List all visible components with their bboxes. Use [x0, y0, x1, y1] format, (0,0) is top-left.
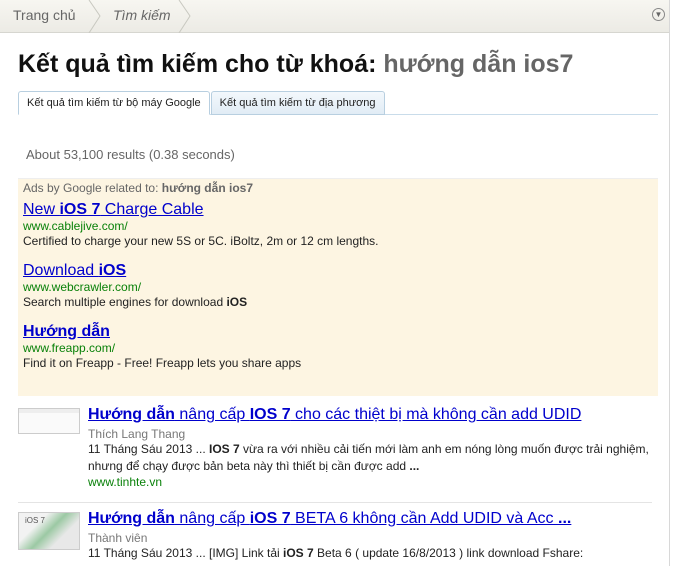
ads-box: Ads by Google related to: hướng dẫn ios7…: [18, 178, 658, 396]
page: Trang chủ Tìm kiếm ▼ Kết quả tìm kiếm ch…: [0, 0, 670, 566]
tab-google[interactable]: Kết quả tìm kiếm từ bộ máy Google: [18, 91, 210, 115]
ad-description: Certified to charge your new 5S or 5C. i…: [23, 234, 379, 248]
ad-title-link[interactable]: New iOS 7 Charge Cable: [23, 201, 204, 218]
ad-title-link[interactable]: Hướng dẫn: [23, 323, 110, 340]
ad-description: Search multiple engines for download iOS: [23, 295, 248, 309]
divider: [18, 502, 652, 503]
ad-item: Download iOS www.webcrawler.com/ Search …: [23, 262, 653, 310]
ads-keyword: hướng dẫn ios7: [161, 181, 253, 195]
breadcrumb-separator-icon: [88, 0, 101, 33]
result-title-link[interactable]: Hướng dẫn nâng cấp IOS 7 cho các thiệt b…: [88, 406, 581, 423]
tab-local[interactable]: Kết quả tìm kiếm từ địa phương: [210, 91, 385, 115]
result-snippet: 11 Tháng Sáu 2013 ... [IMG] Link tải iOS…: [88, 546, 584, 560]
ad-url: www.freapp.com/: [23, 341, 116, 355]
result-count: About 53,100 results (0.38 seconds): [26, 147, 235, 162]
result-thumbnail[interactable]: [18, 408, 80, 434]
title-prefix: Kết quả tìm kiếm cho từ khoá:: [18, 50, 377, 78]
result-snippet: 11 Tháng Sáu 2013 ... IOS 7 vừa ra với n…: [88, 442, 649, 473]
title-keyword: hướng dẫn ios7: [383, 50, 574, 78]
ad-item: Hướng dẫn www.freapp.com/ Find it on Fre…: [23, 323, 653, 371]
result-title-link[interactable]: Hướng dẫn nâng cấp iOS 7 BETA 6 không cầ…: [88, 510, 571, 527]
ads-header: Ads by Google related to: hướng dẫn ios7: [23, 181, 653, 195]
search-result: iOS 7 Hướng dẫn nâng cấp iOS 7 BETA 6 kh…: [18, 510, 658, 562]
result-author: Thành viên: [88, 531, 148, 545]
breadcrumb-search[interactable]: Tìm kiếm: [113, 0, 171, 33]
ads-header-label: Ads by Google related to:: [23, 181, 159, 195]
ad-url: www.webcrawler.com/: [23, 280, 142, 294]
result-thumbnail[interactable]: iOS 7: [18, 512, 80, 550]
breadcrumb: Trang chủ Tìm kiếm ▼: [0, 0, 669, 33]
result-url: www.tinhte.vn: [88, 475, 163, 489]
chevron-down-icon[interactable]: ▼: [652, 8, 665, 21]
ad-item: New iOS 7 Charge Cable www.cablejive.com…: [23, 201, 653, 249]
search-result: Hướng dẫn nâng cấp IOS 7 cho các thiệt b…: [18, 406, 658, 489]
breadcrumb-separator-icon: [178, 0, 191, 33]
ad-url: www.cablejive.com/: [23, 219, 128, 233]
ad-title-link[interactable]: Download iOS: [23, 262, 126, 279]
tab-bar: Kết quả tìm kiếm từ bộ máy Google Kết qu…: [18, 91, 658, 115]
result-author: Thích Lang Thang: [88, 427, 186, 441]
page-title: Kết quả tìm kiếm cho từ khoá: hướng dẫn …: [18, 50, 573, 79]
ad-description: Find it on Freapp - Free! Freapp lets yo…: [23, 356, 302, 370]
breadcrumb-home[interactable]: Trang chủ: [13, 0, 76, 33]
